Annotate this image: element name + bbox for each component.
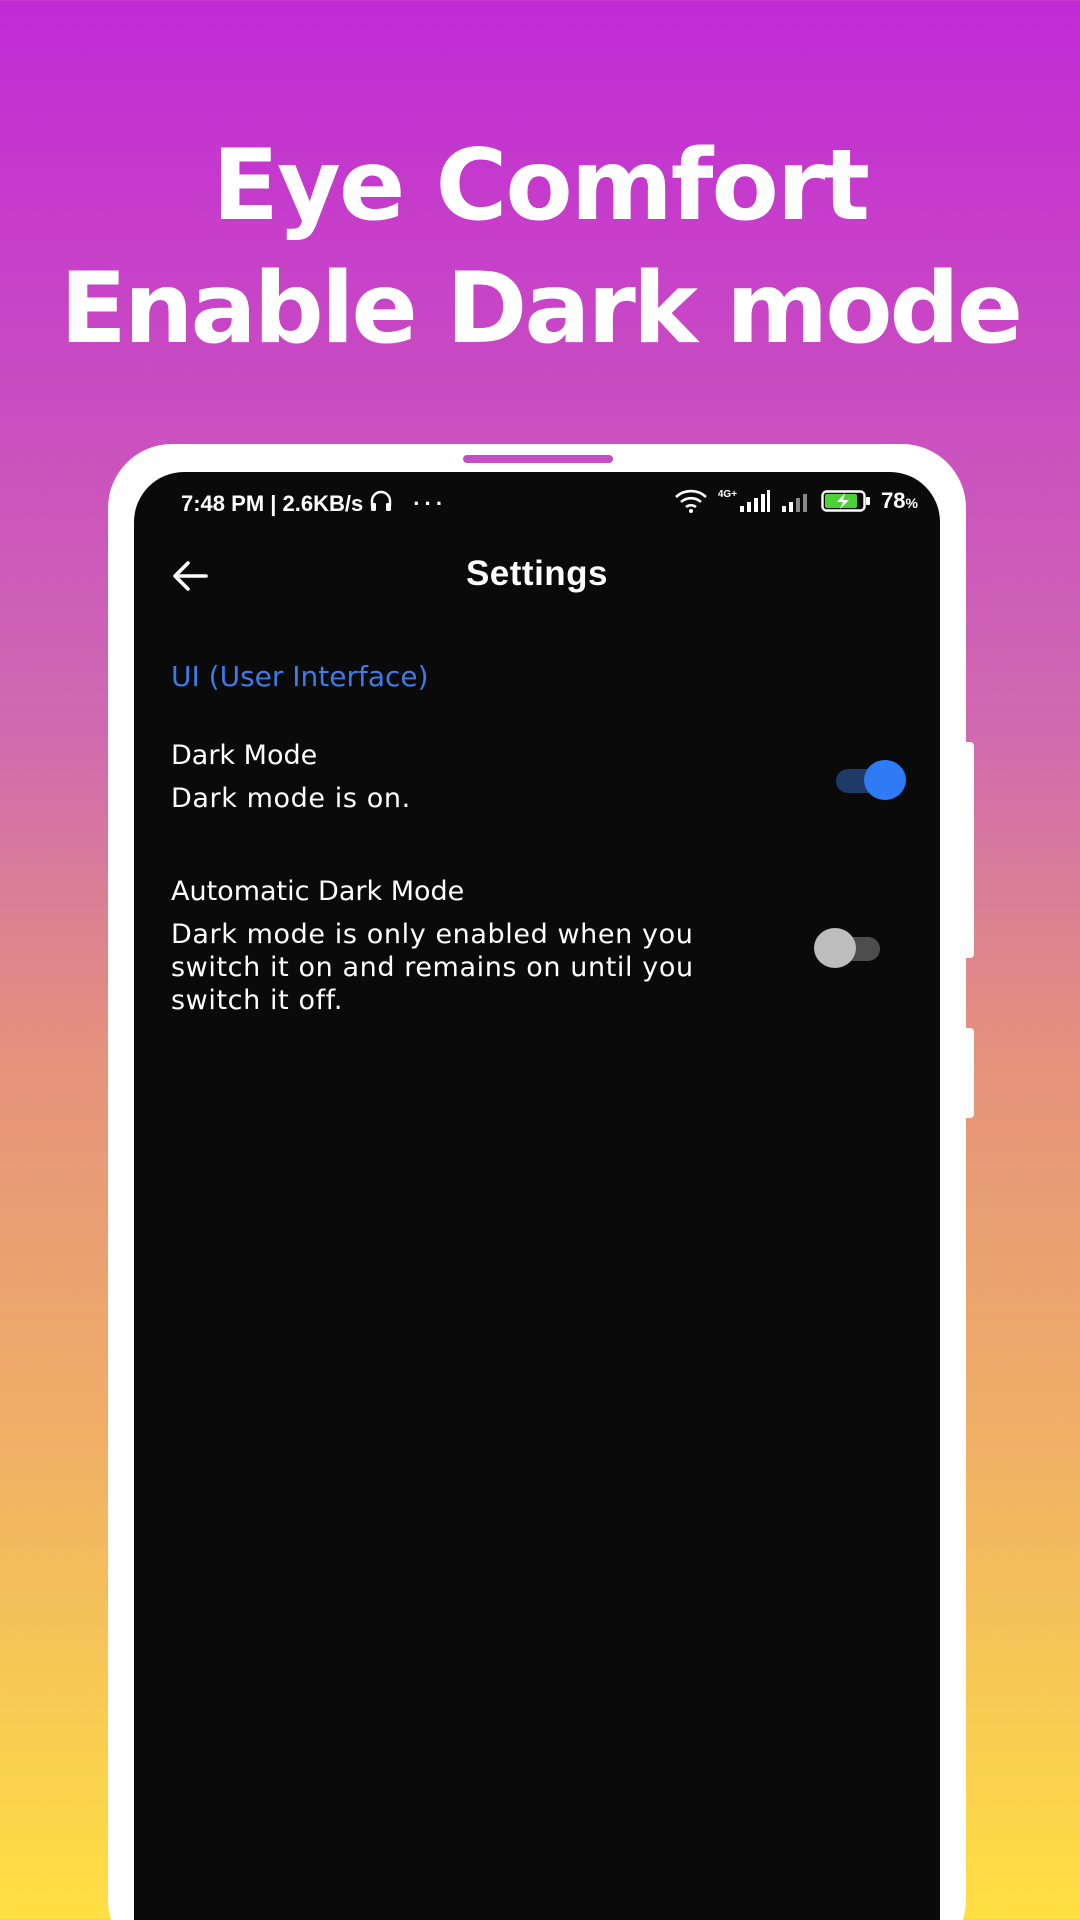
more-notifications-icon: ··· <box>413 491 448 516</box>
signal-4g-icon: 4G+ <box>718 490 771 512</box>
page-title: Settings <box>465 554 609 593</box>
battery-percent-value: 78 <box>881 488 906 513</box>
setting-summary: Dark mode is on. <box>171 783 411 814</box>
promo-headline: Eye Comfort Enable Dark mode <box>0 128 1080 374</box>
setting-dark-mode[interactable]: Dark Mode Dark mode is on. <box>171 738 731 815</box>
phone-power-button <box>962 1028 974 1118</box>
phone-volume-button <box>962 742 974 958</box>
status-left: 7:48 PM | 2.6KB/s ··· <box>181 490 447 518</box>
automatic-dark-mode-switch[interactable] <box>814 928 886 968</box>
dark-mode-switch[interactable] <box>830 760 906 800</box>
status-bar: 7:48 PM | 2.6KB/s ··· 4G+ 78% <box>134 472 940 530</box>
battery-charging-icon <box>821 489 871 513</box>
app-bar: Settings <box>134 530 940 620</box>
switch-thumb <box>814 928 856 968</box>
switch-thumb <box>864 760 906 800</box>
network-type-label: 4G+ <box>717 489 738 500</box>
setting-automatic-dark-mode[interactable]: Automatic Dark Mode Dark mode is only en… <box>171 874 771 1017</box>
wifi-icon <box>674 489 708 513</box>
section-header-ui: UI (User Interface) <box>171 660 429 693</box>
promo-line-1: Eye Comfort <box>212 129 870 243</box>
setting-summary: Dark mode is only enabled when you switc… <box>171 919 694 1016</box>
setting-title: Dark Mode <box>171 740 318 771</box>
battery-percent: 78% <box>881 488 918 514</box>
signal-icon <box>781 490 811 512</box>
setting-title: Automatic Dark Mode <box>171 876 465 907</box>
battery-percent-sign: % <box>905 495 918 511</box>
phone-screen: 7:48 PM | 2.6KB/s ··· 4G+ 78% Settings U… <box>134 472 940 1920</box>
status-right: 4G+ 78% <box>674 488 918 514</box>
status-time-speed: 7:48 PM | 2.6KB/s <box>181 491 364 516</box>
headphones-icon <box>369 490 393 518</box>
promo-line-2: Enable Dark mode <box>59 252 1023 366</box>
phone-speaker <box>463 455 613 463</box>
